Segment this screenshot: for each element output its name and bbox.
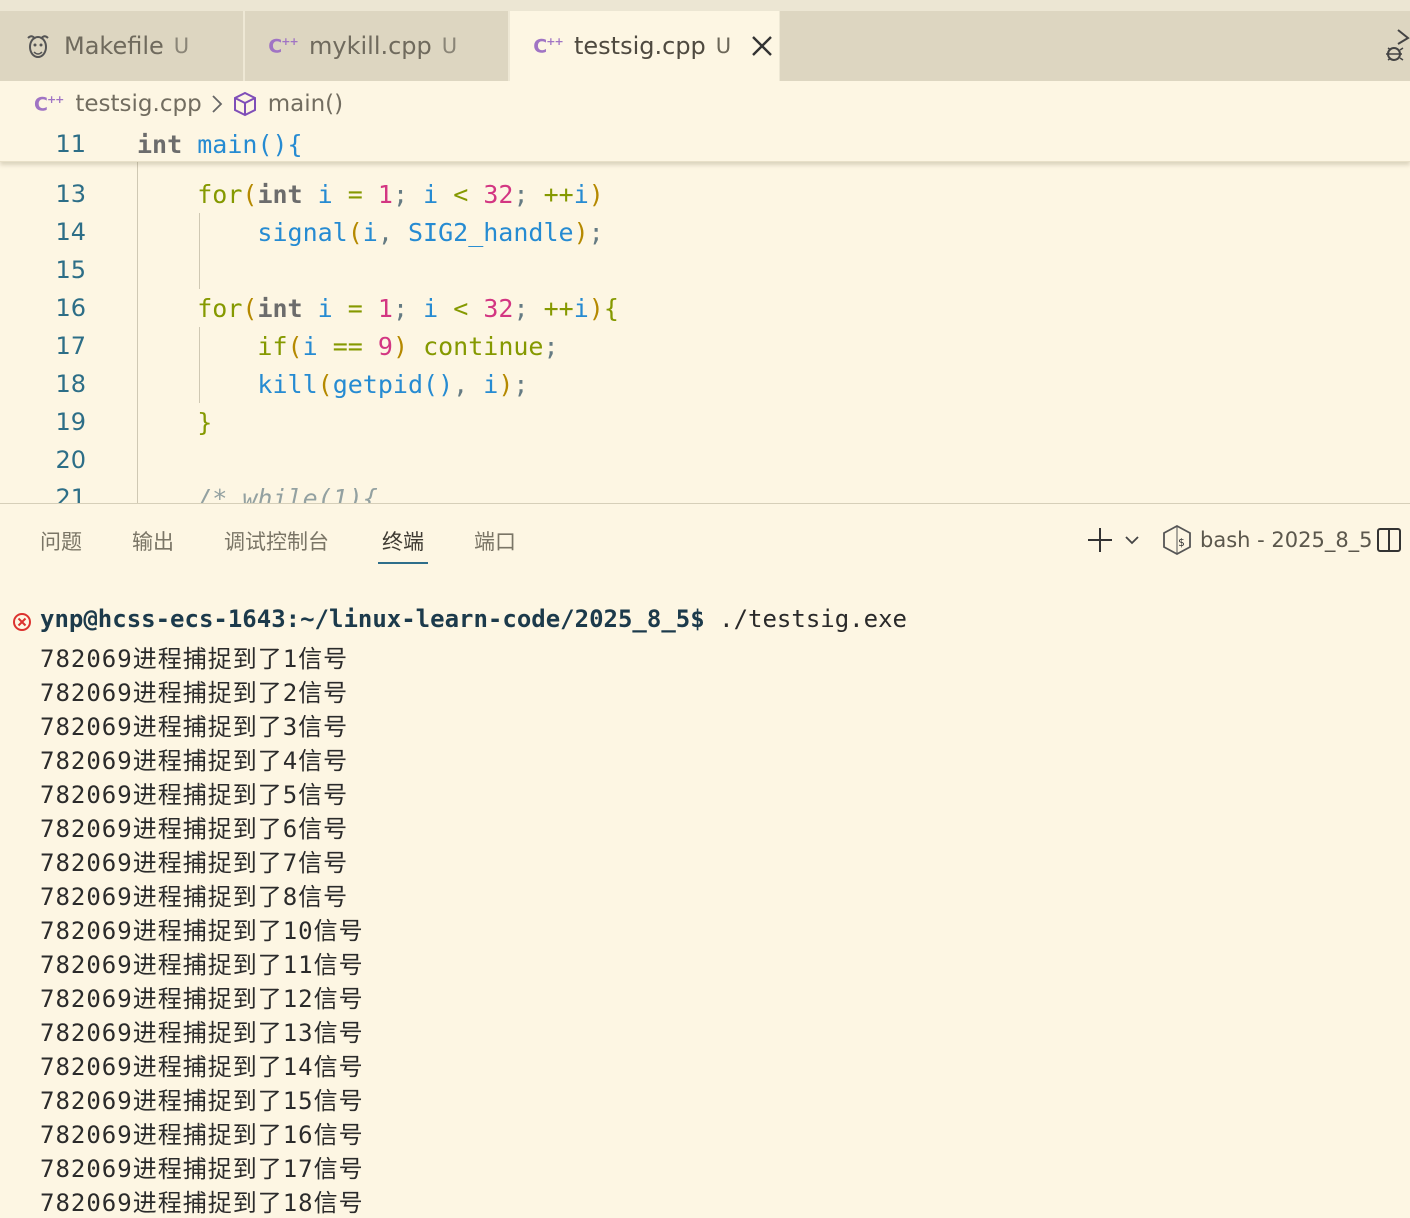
tab-problems[interactable]: 问题 [40, 526, 82, 562]
method-cube-icon [233, 91, 256, 117]
line-number: 15 [55, 256, 86, 284]
code-line-17: 17 if(i == 9) continue; [0, 327, 1410, 365]
line-number: 19 [55, 408, 86, 436]
tab-output[interactable]: 输出 [132, 526, 174, 562]
line-code: /* while(1){ [137, 483, 378, 504]
prompt-command: ./testsig.exe [704, 605, 907, 633]
line-code: kill(getpid(), i); [257, 369, 529, 399]
terminal-output-line: 782069进程捕捉到了15信号 [40, 1087, 364, 1115]
terminal-output-line: 782069进程捕捉到了11信号 [40, 951, 364, 979]
tab-ports[interactable]: 端口 [474, 526, 516, 562]
line-code: int main(){ [137, 129, 303, 159]
tab-testsig-cpp[interactable]: C++ testsig.cpp U [510, 11, 780, 81]
tab-makefile[interactable]: Makefile U [0, 11, 244, 81]
code-line-18: 18 kill(getpid(), i); [0, 365, 1410, 403]
tab-label: mykill.cpp [309, 32, 432, 60]
code-line-13: 13 for(int i = 1; i < 32; ++i) [0, 175, 1410, 213]
svg-text:$: $ [1178, 536, 1185, 549]
terminal-view[interactable]: ynp@hcss-ecs-1643:~/linux-learn-code/202… [0, 578, 1410, 1218]
cpp-file-icon: C++ [34, 92, 64, 116]
terminal-output-line: 782069进程捕捉到了7信号 [40, 849, 349, 877]
terminal-output-line: 782069进程捕捉到了8信号 [40, 883, 349, 911]
terminal-output-line: 782069进程捕捉到了2信号 [40, 679, 349, 707]
new-terminal-plus-icon[interactable] [1086, 526, 1114, 554]
cpp-file-icon: C++ [533, 34, 563, 58]
breadcrumb: C++ testsig.cpp main() [0, 81, 1410, 127]
chevron-down-icon[interactable] [1124, 534, 1140, 546]
line-number: 18 [55, 370, 86, 398]
gnu-makefile-icon [22, 31, 54, 61]
terminal-output-line: 782069进程捕捉到了16信号 [40, 1121, 364, 1149]
prompt-path: :~/linux-learn-code/2025_8_5$ [285, 605, 705, 633]
code-line-14: 14 signal(i, SIG2_handle); [0, 213, 1410, 251]
terminal-output-line: 782069进程捕捉到了3信号 [40, 713, 349, 741]
code-line-15: 15 [0, 251, 1410, 289]
line-number: 20 [55, 446, 86, 474]
chevron-right-icon [212, 95, 222, 113]
line-code: for(int i = 1; i < 32; ++i){ [197, 293, 619, 323]
code-line-20: 20 [0, 441, 1410, 479]
close-icon[interactable] [749, 33, 775, 59]
code-line-16: 16 for(int i = 1; i < 32; ++i){ [0, 289, 1410, 327]
terminal-output-line: 782069进程捕捉到了1信号 [40, 645, 349, 673]
tab-debug-console[interactable]: 调试控制台 [224, 526, 329, 562]
cpp-file-icon: C++ [268, 34, 298, 58]
line-code: signal(i, SIG2_handle); [257, 217, 604, 247]
terminal-output-line: 782069进程捕捉到了6信号 [40, 815, 349, 843]
line-number: 16 [55, 294, 86, 322]
prompt-userhost: ynp@hcss-ecs-1643 [40, 605, 286, 633]
terminal-prompt-line: ynp@hcss-ecs-1643:~/linux-learn-code/202… [40, 605, 907, 633]
terminal-output-line: 782069进程捕捉到了17信号 [40, 1155, 364, 1183]
terminal-output-line: 782069进程捕捉到了12信号 [40, 985, 364, 1013]
tab-status-badge: U [173, 34, 190, 58]
terminal-selector[interactable]: bash - 2025_8_5 [1200, 528, 1373, 552]
code-line-19: 19 } [0, 403, 1410, 441]
tab-label: Makefile [64, 32, 164, 60]
code-editor[interactable]: 11 int main(){ 13 for(int i = 1; i < 32;… [0, 127, 1410, 503]
editor-tab-bar: Makefile U C++ mykill.cpp U C++ testsig.… [0, 0, 1410, 81]
error-circle-icon[interactable] [12, 612, 32, 632]
tab-mykill-cpp[interactable]: C++ mykill.cpp U [245, 11, 509, 81]
terminal-output-line: 782069进程捕捉到了13信号 [40, 1019, 364, 1047]
breadcrumb-file[interactable]: testsig.cpp [75, 91, 201, 117]
line-number: 21 [55, 484, 86, 503]
split-terminal-icon[interactable] [1376, 526, 1402, 554]
bash-shell-icon: $ [1163, 524, 1191, 556]
terminal-output-line: 782069进程捕捉到了10信号 [40, 917, 364, 945]
breadcrumb-symbol[interactable]: main() [268, 91, 343, 117]
terminal-output-line: 782069进程捕捉到了5信号 [40, 781, 349, 809]
line-code: } [197, 407, 213, 437]
terminal-output-line: 782069进程捕捉到了18信号 [40, 1189, 364, 1217]
code-line-21: 21 /* while(1){ [0, 479, 1410, 504]
panel-tab-bar: 问题 输出 调试控制台 终端 端口 $ bash - 2025_8_5 [0, 504, 1410, 578]
terminal-output-line: 782069进程捕捉到了14信号 [40, 1053, 364, 1081]
tab-bar-empty [780, 11, 1410, 81]
line-number: 17 [55, 332, 86, 360]
line-number: 14 [55, 218, 86, 246]
sticky-line: 11 int main(){ [0, 127, 1410, 163]
line-number: 13 [55, 180, 86, 208]
tab-status-badge: U [715, 34, 732, 58]
sticky-scroll-header[interactable]: 11 int main(){ [0, 127, 1410, 162]
title-strip [0, 0, 1410, 11]
tab-label: testsig.cpp [574, 32, 706, 60]
line-code: if(i == 9) continue; [257, 331, 559, 361]
terminal-output-line: 782069进程捕捉到了4信号 [40, 747, 349, 775]
tab-terminal[interactable]: 终端 [378, 526, 428, 564]
tab-status-badge: U [441, 34, 458, 58]
run-debug-icon[interactable] [1384, 28, 1410, 64]
line-code: for(int i = 1; i < 32; ++i) [197, 179, 604, 209]
line-number: 11 [55, 130, 86, 158]
